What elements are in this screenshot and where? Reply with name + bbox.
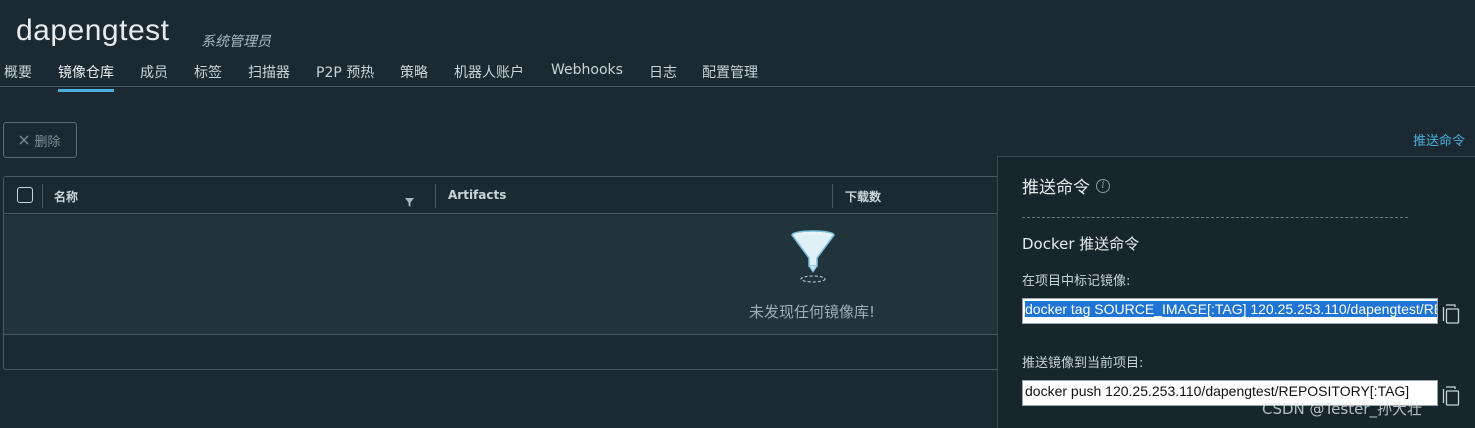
tab-policy[interactable]: 策略 bbox=[400, 62, 428, 89]
popover-title-text: 推送命令 bbox=[1022, 178, 1090, 198]
docker-section-title: Docker 推送命令 bbox=[1022, 235, 1140, 253]
push-command-link[interactable]: 推送命令 bbox=[1413, 130, 1465, 149]
tag-command-label: 在项目中标记镜像: bbox=[1022, 274, 1131, 289]
empty-funnel-icon bbox=[790, 230, 836, 290]
column-separator bbox=[435, 184, 436, 208]
select-all-checkbox[interactable] bbox=[17, 187, 33, 203]
repositories-table: 名称 Artifacts 下载数 未发现任何镜像库! bbox=[3, 176, 1013, 370]
project-tabs: 概要 镜像仓库 成员 标签 扫描器 P2P 预热 策略 机器人账户 Webhoo… bbox=[0, 56, 1475, 92]
tab-labels[interactable]: 标签 bbox=[194, 62, 222, 89]
tab-repositories[interactable]: 镜像仓库 bbox=[58, 62, 114, 92]
tab-webhooks[interactable]: Webhooks bbox=[551, 62, 623, 85]
tab-robot-accounts[interactable]: 机器人账户 bbox=[454, 62, 524, 89]
tab-configuration[interactable]: 配置管理 bbox=[702, 62, 758, 89]
popover-title: 推送命令 i bbox=[1022, 173, 1110, 198]
empty-state-message: 未发现任何镜像库! bbox=[749, 303, 876, 321]
column-separator bbox=[832, 184, 833, 208]
table-body: 未发现任何镜像库! bbox=[4, 215, 1012, 335]
push-command-popover: 推送命令 i Docker 推送命令 在项目中标记镜像: docker tag … bbox=[997, 156, 1475, 428]
tag-command-field[interactable]: docker tag SOURCE_IMAGE[:TAG] 120.25.253… bbox=[1022, 298, 1438, 324]
column-separator bbox=[42, 184, 43, 208]
push-command-text: docker push 120.25.253.110/dapengtest/RE… bbox=[1025, 383, 1410, 399]
tab-p2p-preheat[interactable]: P2P 预热 bbox=[316, 62, 374, 89]
column-header-name[interactable]: 名称 bbox=[54, 188, 78, 205]
column-header-downloads[interactable]: 下载数 bbox=[845, 188, 881, 205]
copy-icon[interactable] bbox=[1442, 304, 1460, 328]
watermark: CSDN @Tester_孙大壮 bbox=[1262, 400, 1422, 418]
tag-command-text: docker tag SOURCE_IMAGE[:TAG] 120.25.253… bbox=[1025, 301, 1437, 317]
filter-icon[interactable] bbox=[405, 192, 414, 211]
project-title: dapengtest bbox=[16, 14, 170, 47]
dashed-divider bbox=[1022, 217, 1408, 218]
tab-logs[interactable]: 日志 bbox=[649, 62, 677, 89]
copy-icon[interactable] bbox=[1442, 386, 1460, 410]
role-label: 系统管理员 bbox=[201, 34, 271, 50]
tab-members[interactable]: 成员 bbox=[140, 62, 168, 89]
info-icon[interactable]: i bbox=[1096, 178, 1110, 193]
column-header-artifacts[interactable]: Artifacts bbox=[448, 188, 506, 202]
delete-button[interactable]: 删除 bbox=[3, 122, 77, 158]
table-header: 名称 Artifacts 下载数 bbox=[4, 177, 1012, 214]
push-command-label: 推送镜像到当前项目: bbox=[1022, 356, 1144, 371]
tab-summary[interactable]: 概要 bbox=[4, 62, 32, 89]
close-icon bbox=[19, 133, 29, 148]
tab-scanner[interactable]: 扫描器 bbox=[248, 62, 290, 89]
delete-button-label: 删除 bbox=[34, 133, 61, 149]
